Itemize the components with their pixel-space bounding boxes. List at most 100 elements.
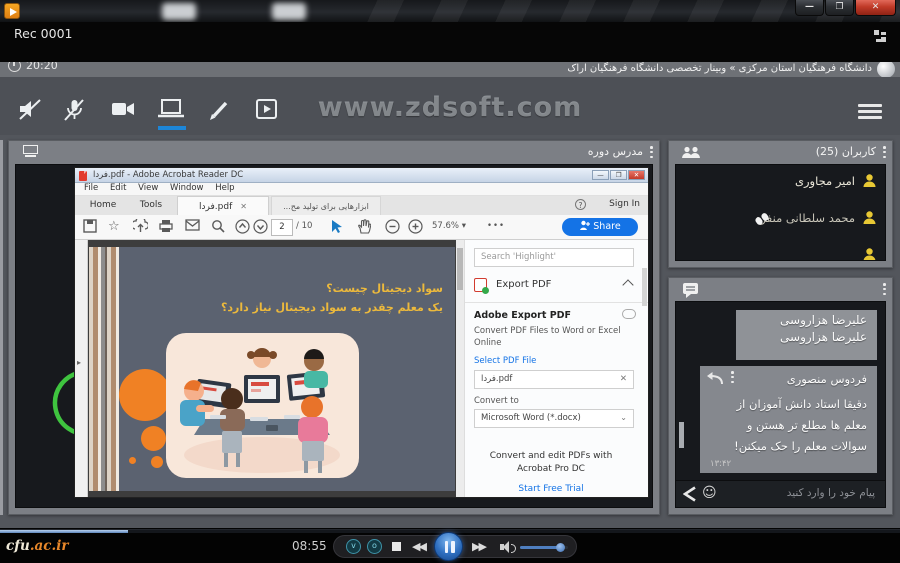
help-icon[interactable]: ? [575,199,586,210]
slide-dot-decoration [119,369,171,421]
webinar-toolbar: www.zdsoft.com [0,77,900,135]
seek-bar-fill [0,530,128,533]
chat-sender: فردوس منصوری [787,372,867,386]
acrobat-toolbar: ☆ 2 / 10 57.6% ▾ ••• Share [75,215,648,240]
share-button[interactable]: Share [562,218,638,236]
pod-menu-icon[interactable] [883,283,887,297]
chevron-up-icon [622,279,633,290]
more-tools-icon[interactable]: ••• [487,221,505,231]
pause-button[interactable] [434,532,463,561]
start-free-trial-link[interactable]: Start Free Trial [465,484,637,494]
select-cursor-icon[interactable] [330,219,346,235]
send-icon[interactable] [683,486,697,502]
chat-input[interactable]: پیام خود را وارد کنید ☺ [675,480,886,508]
save-icon[interactable] [83,219,99,235]
minimize-button[interactable]: — [795,0,824,16]
cfu-logo: cfu.ac.ir [6,538,68,554]
convert-description: Convert PDF Files to Word or Excel Onlin… [474,326,624,349]
users-pod-header: کاربران (25) [669,141,892,164]
star-icon[interactable]: ☆ [108,219,124,235]
pdf-page: سواد دیجیتال چیست؟ یک معلم چقدر به سواد … [89,247,455,491]
acrobat-close-button[interactable]: ✕ [628,170,645,180]
user-icon [862,210,877,225]
repeat-icon[interactable]: o [367,539,382,554]
zoom-in-icon[interactable] [408,219,424,235]
stop-button[interactable] [392,542,401,551]
kids-computers-illustration [166,333,359,478]
emoji-icon[interactable]: ☺ [702,485,717,501]
player-header-bar: Rec 0001 [0,22,900,62]
page-total: / 10 [296,221,312,231]
export-pdf-row[interactable]: Export PDF [474,278,632,294]
volume-knob[interactable] [556,543,565,552]
chat-pod: علیرضا هزاروسی علیرضا هزاروسی فردوس منصو… [668,277,893,515]
menu-window[interactable]: Window [170,183,204,193]
acrobat-titlebar: فردا.pdf - Adobe Acrobat Reader DC — ❐ ✕ [75,168,648,183]
user-icon [862,247,877,261]
user-row[interactable] [676,239,885,261]
tool-search-input[interactable]: Search 'Highlight' [474,248,634,267]
acrobat-minimize-button[interactable]: — [592,170,609,180]
pod-menu-icon[interactable] [883,146,887,160]
menu-file[interactable]: File [84,183,98,193]
tab-document-2[interactable]: ابزارهایی برای تولید مح... [271,196,381,215]
zoom-level[interactable]: 57.6% ▾ [432,221,466,231]
user-row[interactable]: امیر مجاوری [676,165,885,202]
next-page-icon[interactable] [253,219,269,235]
monitor-icon [23,145,39,157]
document-scrollbar[interactable] [456,240,464,497]
fast-forward-button[interactable]: ▶▶ [472,540,485,553]
left-panel-toggle[interactable] [75,240,88,497]
export-pdf-panel: Search 'Highlight' Export PDF Adobe Expo… [464,240,648,497]
hand-tool-icon[interactable] [357,219,373,235]
chat-message: علیرضا هزاروسی علیرضا هزاروسی [736,310,877,360]
tab-home[interactable]: Home [81,196,125,215]
message-menu-icon[interactable] [730,371,734,385]
panel-scrollbar[interactable] [642,268,647,306]
zoom-out-icon[interactable] [385,219,401,235]
select-pdf-file-link[interactable]: Select PDF File [474,356,536,366]
menu-icon[interactable] [858,104,882,122]
chevron-down-icon: ⌄ [620,409,627,426]
print-icon[interactable] [159,219,175,235]
selected-file-box[interactable]: فردا.pdf ✕ [474,370,634,389]
acrobat-window: فردا.pdf - Adobe Acrobat Reader DC — ❐ ✕… [75,168,648,497]
volume-fill [520,546,559,549]
convert-to-label: Convert to [474,396,519,406]
fullscreen-icon[interactable] [874,30,886,42]
volume-slider[interactable] [520,546,568,549]
close-button[interactable]: ✕ [855,0,896,16]
menu-help[interactable]: Help [215,183,234,193]
teacher-pod-header: مدرس دوره [9,141,659,164]
webinar-logo [877,62,895,77]
clear-file-icon[interactable]: ✕ [620,371,627,388]
rewind-button[interactable]: ◀◀ [412,540,425,553]
upload-icon[interactable] [133,219,149,235]
maximize-button[interactable]: ❐ [825,0,854,16]
player-controls-bar: 08:55 v o ◀◀ ▶▶ cfu.ac.ir [0,528,900,563]
user-row[interactable]: محمد سلطانی منفرد [676,202,885,239]
reply-icon[interactable] [706,371,724,385]
search-icon[interactable] [211,219,227,235]
pod-menu-icon[interactable] [650,146,654,160]
acrobat-menubar: File Edit View Window Help [75,183,648,196]
menu-edit[interactable]: Edit [110,183,126,193]
cloud-icon [622,309,636,319]
tab-document[interactable]: فردا.pdf✕ [177,196,269,215]
tab-tools[interactable]: Tools [129,196,173,215]
acrobat-maximize-button[interactable]: ❐ [610,170,627,180]
page-number-input[interactable]: 2 [271,219,293,236]
message-timestamp: ۱۳:۴۲ [710,459,731,469]
format-dropdown[interactable]: Microsoft Word (*.docx) ⌄ [474,409,634,428]
previous-page-icon[interactable] [235,219,251,235]
session-timer: 20:20 [8,62,58,72]
menu-view[interactable]: View [138,183,158,193]
recording-title: Rec 0001 [14,26,72,41]
marker-icon[interactable]: v [346,539,361,554]
chat-scrollbar[interactable] [679,422,684,448]
sign-in-link[interactable]: Sign In [609,199,640,209]
mail-icon[interactable] [185,219,201,235]
tab-close-icon[interactable]: ✕ [240,202,247,211]
volume-icon[interactable] [500,541,514,553]
titlebar-glare [272,3,306,20]
